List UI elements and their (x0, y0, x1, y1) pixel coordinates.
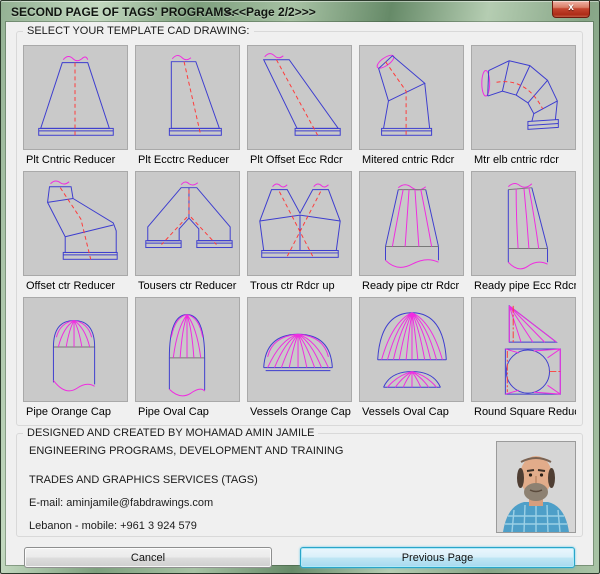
template-ready-pipe-ecc-rdcr[interactable] (471, 171, 576, 276)
template-label: Pipe Oval Cap (135, 402, 240, 423)
window-title: SECOND PAGE OF TAGS' PROGRAMS. (11, 5, 235, 19)
dialog-client-area: SELECT YOUR TEMPLATE CAD DRAWING: Plt Cn… (6, 22, 593, 565)
template-offset-ctr-reducer[interactable] (23, 171, 128, 276)
template-label: Plt Offset Ecc Rdcr (247, 150, 352, 171)
close-icon: x (568, 2, 574, 13)
template-cell: Ready pipe Ecc Rdcr (471, 171, 576, 297)
about-line: TRADES AND GRAPHICS SERVICES (TAGS) (29, 474, 572, 486)
template-cell: Mitered cntric Rdcr (359, 45, 464, 171)
dialog-window: SECOND PAGE OF TAGS' PROGRAMS. <<<Page 2… (0, 0, 600, 574)
template-plt-ecctrc-reducer[interactable] (135, 45, 240, 150)
template-round-square-reducer[interactable] (471, 297, 576, 402)
template-label: Ready pipe Ecc Rdcr (471, 276, 576, 297)
template-cell: Tousers ctr Reducer (135, 171, 240, 297)
about-lines: ENGINEERING PROGRAMS, DEVELOPMENT AND TR… (29, 445, 572, 532)
template-cell: Plt Ecctrc Reducer (135, 45, 240, 171)
template-label: Mtr elb cntric rdcr (471, 150, 576, 171)
template-label: Offset ctr Reducer (23, 276, 128, 297)
template-cell: Plt Offset Ecc Rdcr (247, 45, 352, 171)
page-indicator: <<<Page 2/2>>> (225, 5, 316, 19)
template-label: Plt Cntric Reducer (23, 150, 128, 171)
close-button[interactable]: x (552, 1, 590, 18)
template-tousers-ctr-reducer[interactable] (135, 171, 240, 276)
template-label: Plt Ecctrc Reducer (135, 150, 240, 171)
template-vessels-oval-cap[interactable] (359, 297, 464, 402)
template-mtr-elb-cntric-rdcr[interactable] (471, 45, 576, 150)
template-trous-ctr-rdcr-up[interactable] (247, 171, 352, 276)
template-label: Pipe Orange Cap (23, 402, 128, 423)
template-cell: Ready pipe ctr Rdcr (359, 171, 464, 297)
template-cell: Trous ctr Rdcr up (247, 171, 352, 297)
template-cell: Pipe Oval Cap (135, 297, 240, 423)
template-label: Vessels Oval Cap (359, 402, 464, 423)
template-ready-pipe-ctr-rdcr[interactable] (359, 171, 464, 276)
template-plt-offset-ecc-rdcr[interactable] (247, 45, 352, 150)
template-label: Mitered cntric Rdcr (359, 150, 464, 171)
template-label: Ready pipe ctr Rdcr (359, 276, 464, 297)
template-cell: Plt Cntric Reducer (23, 45, 128, 171)
template-plt-cntric-reducer[interactable] (23, 45, 128, 150)
template-cell: Vessels Orange Cap (247, 297, 352, 423)
about-line: E-mail: aminjamile@fabdrawings.com (29, 497, 572, 509)
template-cell: Offset ctr Reducer (23, 171, 128, 297)
cancel-button[interactable]: Cancel (24, 547, 272, 568)
previous-page-button[interactable]: Previous Page (300, 547, 575, 568)
portrait-image (497, 442, 575, 532)
author-photo (496, 441, 576, 533)
template-label: Round Square Reducer (471, 402, 576, 423)
template-vessels-orange-cap[interactable] (247, 297, 352, 402)
about-groupbox: DESIGNED AND CREATED BY MOHAMAD AMIN JAM… (16, 433, 583, 537)
template-cell: Round Square Reducer (471, 297, 576, 423)
template-cell: Mtr elb cntric rdcr (471, 45, 576, 171)
template-pipe-orange-cap[interactable] (23, 297, 128, 402)
template-group-legend: SELECT YOUR TEMPLATE CAD DRAWING: (23, 25, 254, 37)
about-line: Lebanon - mobile: +961 3 924 579 (29, 520, 572, 532)
about-line: ENGINEERING PROGRAMS, DEVELOPMENT AND TR… (29, 445, 572, 457)
template-cell: Pipe Orange Cap (23, 297, 128, 423)
template-grid: Plt Cntric Reducer Plt Ecctrc Reducer Plt … (23, 45, 576, 423)
dialog-button-row: Cancel Previous Page (16, 547, 583, 568)
template-label: Tousers ctr Reducer (135, 276, 240, 297)
about-group-legend: DESIGNED AND CREATED BY MOHAMAD AMIN JAM… (23, 427, 318, 439)
template-groupbox: SELECT YOUR TEMPLATE CAD DRAWING: Plt Cn… (16, 31, 583, 426)
title-bar[interactable]: SECOND PAGE OF TAGS' PROGRAMS. <<<Page 2… (1, 1, 599, 22)
template-label: Trous ctr Rdcr up (247, 276, 352, 297)
template-cell: Vessels Oval Cap (359, 297, 464, 423)
template-mitered-cntric-rdcr[interactable] (359, 45, 464, 150)
template-label: Vessels Orange Cap (247, 402, 352, 423)
template-pipe-oval-cap[interactable] (135, 297, 240, 402)
